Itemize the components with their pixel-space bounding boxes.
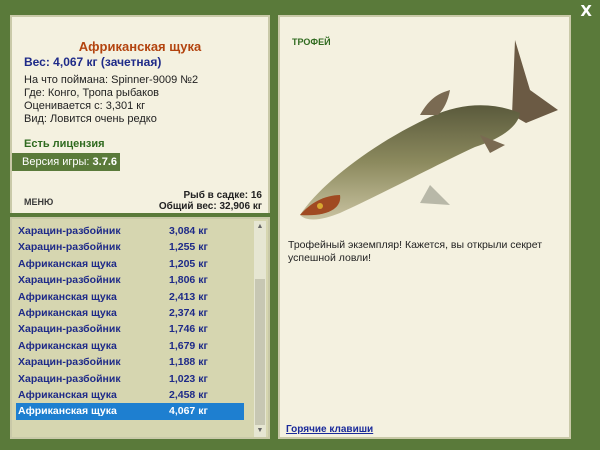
game-version: Версия игры: 3.7.6	[12, 153, 120, 171]
catch-fish-name: Африканская щука	[18, 405, 117, 418]
version-number: 3.7.6	[92, 156, 117, 168]
catch-info-panel: Африканская щука Вес: 4,067 кг (зачетная…	[10, 15, 270, 213]
scroll-down-arrow-icon[interactable]: ▼	[254, 425, 266, 437]
catch-list-row[interactable]: Африканская щука 4,067 кг	[16, 403, 244, 420]
rarity-info: Вид: Ловится очень редко	[24, 113, 157, 125]
catch-fish-weight: 2,458 кг	[169, 388, 208, 401]
catch-fish-weight: 3,084 кг	[169, 225, 208, 237]
value-info: Оценивается с: 3,301 кг	[24, 100, 146, 112]
catch-list-row[interactable]: Африканская щука 2,374 кг	[16, 305, 244, 321]
catch-fish-weight: 1,023 кг	[169, 372, 208, 385]
catch-fish-name: Африканская щука	[18, 257, 117, 270]
catch-fish-weight: 1,188 кг	[169, 356, 208, 369]
catch-fish-name: Харацин-разбойник	[18, 274, 121, 287]
fish-eye	[317, 203, 323, 209]
catch-list-row[interactable]: Харацин-разбойник 3,084 кг	[16, 223, 244, 239]
catch-fish-weight: 1,746 кг	[169, 323, 208, 336]
trophy-message: Трофейный экземпляр! Кажется, вы открыли…	[288, 239, 543, 264]
catch-list-row[interactable]: Африканская щука 1,679 кг	[16, 338, 244, 354]
trophy-label: ТРОФЕЙ	[292, 37, 331, 47]
catch-list-row[interactable]: Африканская щука 2,458 кг	[16, 387, 244, 403]
catch-fish-name: Африканская щука	[18, 339, 117, 352]
total-weight: Общий вес: 32,906 кг	[158, 201, 262, 212]
catch-list-row[interactable]: Харацин-разбойник 1,746 кг	[16, 321, 244, 337]
catch-fish-name: Харацин-разбойник	[18, 323, 121, 336]
hotkeys-link[interactable]: Горячие клавиши	[286, 424, 373, 435]
catch-fish-weight: 1,679 кг	[169, 339, 208, 352]
catch-fish-name: Харацин-разбойник	[18, 372, 121, 385]
catch-fish-weight: 2,374 кг	[169, 306, 208, 319]
place-info: Где: Конго, Тропа рыбаков	[24, 87, 160, 99]
fish-weight: Вес: 4,067 кг (зачетная)	[24, 55, 162, 69]
catch-fish-name: Африканская щука	[18, 306, 117, 319]
scroll-thumb[interactable]	[255, 279, 265, 425]
fish-tail-fin	[512, 40, 558, 123]
fish-pectoral-fin	[420, 185, 450, 205]
fish-title: Африканская щука	[78, 39, 202, 54]
catch-fish-name: Харацин-разбойник	[18, 225, 121, 237]
catch-list-row[interactable]: Африканская щука 1,205 кг	[16, 256, 244, 272]
catch-list-row[interactable]: Харацин-разбойник 1,023 кг	[16, 371, 244, 387]
catch-fish-name: Африканская щука	[18, 388, 117, 401]
catch-fish-weight: 1,806 кг	[169, 274, 208, 287]
catch-fish-weight: 2,413 кг	[169, 290, 208, 303]
fish-count: Рыб в садке: 16	[183, 190, 262, 201]
scrollbar[interactable]: ▲ ▼	[254, 221, 266, 437]
bait-info: На что поймана: Spinner-9009 №2	[24, 74, 199, 86]
license-status: Есть лицензия	[24, 138, 105, 150]
catch-list-row[interactable]: Харацин-разбойник 1,255 кг	[16, 239, 244, 255]
scroll-up-arrow-icon[interactable]: ▲	[254, 221, 266, 233]
catch-list-panel: Харацин-разбойник 3,084 кг Харацин-разбойн…	[10, 217, 270, 439]
catch-fish-weight: 1,205 кг	[169, 257, 208, 270]
catch-list-row[interactable]: Харацин-разбойник 1,188 кг	[16, 354, 244, 370]
catch-fish-weight: 4,067 кг	[169, 405, 208, 418]
fish-image	[300, 40, 558, 220]
catch-fish-name: Харацин-разбойник	[18, 356, 121, 369]
catch-list[interactable]: Харацин-разбойник 3,084 кг Харацин-разбойн…	[16, 223, 244, 420]
catch-fish-name: Африканская щука	[18, 290, 117, 303]
menu-button[interactable]: МЕНЮ	[24, 197, 53, 207]
trophy-panel: ТРОФЕЙ Трофейный экземпляр! Кажется, вы …	[278, 15, 571, 439]
close-button[interactable]: X	[580, 2, 592, 20]
catch-fish-weight: 1,255 кг	[169, 241, 208, 254]
catch-fish-name: Харацин-разбойник	[18, 241, 121, 254]
version-label: Версия игры:	[22, 156, 90, 168]
catch-list-row[interactable]: Африканская щука 2,413 кг	[16, 289, 244, 305]
catch-list-row[interactable]: Харацин-разбойник 1,806 кг	[16, 272, 244, 288]
